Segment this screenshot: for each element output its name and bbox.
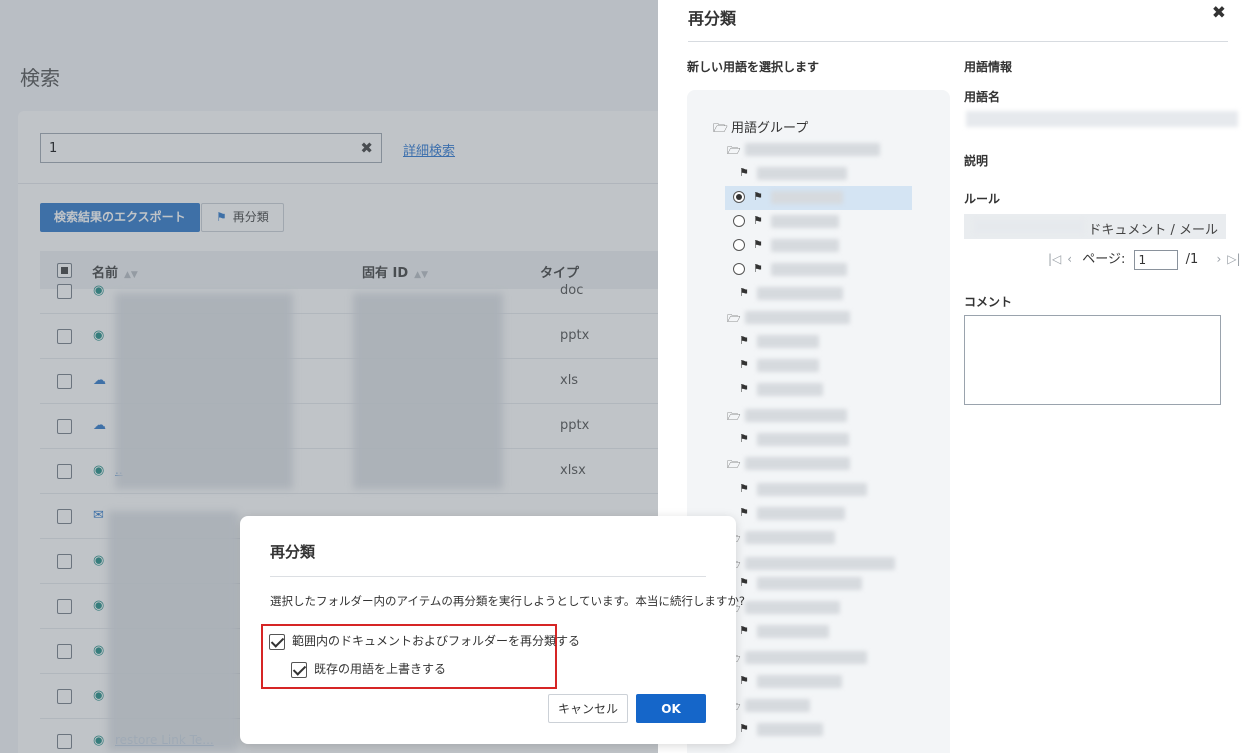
select-term-label: 新しい用語を選択します [687,60,820,74]
overwrite-terms-checkbox[interactable] [291,661,307,678]
term-radio[interactable] [733,215,745,227]
term-item[interactable] [771,239,839,252]
next-page-icon[interactable]: › [1216,252,1221,266]
term-item[interactable] [757,625,829,638]
rule-row: ドキュメント / メール [964,214,1226,239]
rule-name-value [974,220,1084,233]
folder-open-icon: 🗁 [727,312,741,325]
term-item[interactable] [771,215,839,228]
term-group-item[interactable] [745,531,835,544]
tag-icon: ⚑ [753,214,763,227]
term-name-label: 用語名 [964,90,1001,104]
term-group-item[interactable] [745,409,847,422]
term-item[interactable] [771,191,843,204]
comment-textarea[interactable] [964,315,1221,405]
tag-icon: ⚑ [753,238,763,251]
dialog-title: 再分類 [270,543,316,561]
term-item[interactable] [757,335,819,348]
tag-icon: ⚑ [739,674,749,687]
tree-root[interactable]: 🗁 用語グループ [713,117,808,140]
term-name-value [966,111,1238,127]
tag-icon: ⚑ [739,482,749,495]
tag-icon: ⚑ [739,166,749,179]
prev-page-icon[interactable]: ‹ [1067,252,1072,266]
term-radio[interactable] [733,191,745,203]
term-item[interactable] [757,433,849,446]
divider [270,576,706,577]
page-input[interactable]: 1 [1133,249,1178,270]
term-item[interactable] [771,263,847,276]
term-item[interactable] [757,287,843,300]
ok-button[interactable]: OK [636,694,706,723]
tree-root-label: 用語グループ [731,121,809,136]
last-page-icon[interactable]: ▷| [1227,252,1240,266]
reclassify-scope-option[interactable]: 範囲内のドキュメントおよびフォルダーを再分類する [269,632,580,650]
comment-label: コメント [964,295,1013,309]
term-group-item[interactable] [745,651,867,664]
term-info-label: 用語情報 [964,60,1013,74]
folder-open-icon: 🗁 [727,144,741,157]
term-group-item[interactable] [745,311,850,324]
term-radio[interactable] [733,239,745,251]
term-group-item[interactable] [745,557,895,570]
folder-open-icon: 🗁 [713,121,728,135]
term-item[interactable] [757,577,862,590]
first-page-icon[interactable]: |◁ [1048,252,1061,266]
cancel-button[interactable]: キャンセル [548,694,628,723]
tag-icon: ⚑ [739,334,749,347]
term-group-item[interactable] [745,457,850,470]
tag-icon: ⚑ [739,722,749,735]
panel-title: 再分類 [688,9,737,28]
divider [688,41,1228,42]
option1-label: 範囲内のドキュメントおよびフォルダーを再分類する [292,634,581,648]
tag-icon: ⚑ [739,382,749,395]
page-total: /1 [1185,252,1199,267]
dialog-message: 選択したフォルダー内のアイテムの再分類を実行しようとしています。本当に続行します… [270,594,745,608]
page-label: ページ: [1082,252,1126,267]
term-item[interactable] [757,675,842,688]
term-item[interactable] [757,167,847,180]
tag-icon: ⚑ [739,576,749,589]
confirm-dialog: 再分類 選択したフォルダー内のアイテムの再分類を実行しようとしています。本当に続… [240,516,745,744]
tag-icon: ⚑ [739,624,749,637]
reclassify-scope-checkbox[interactable] [269,633,285,650]
term-radio[interactable] [733,263,745,275]
rule-label: ルール [964,192,1001,206]
pager: |◁ ‹ ページ: 1 /1 › ▷| [1048,248,1247,270]
term-item[interactable] [757,483,867,496]
term-group-item[interactable] [745,699,810,712]
close-icon[interactable]: ✖ [1212,3,1226,23]
term-group-item[interactable] [745,143,880,156]
term-item[interactable] [757,359,819,372]
term-item[interactable] [757,383,823,396]
tag-icon: ⚑ [753,190,763,203]
term-item[interactable] [757,507,845,520]
tag-icon: ⚑ [739,286,749,299]
tag-icon: ⚑ [739,358,749,371]
overwrite-terms-option[interactable]: 既存の用語を上書きする [291,660,446,678]
tag-icon: ⚑ [753,262,763,275]
rule-scope: ドキュメント / メール [1088,223,1218,238]
option2-label: 既存の用語を上書きする [314,662,447,676]
description-label: 説明 [964,154,989,168]
tag-icon: ⚑ [739,506,749,519]
term-item[interactable] [757,723,823,736]
tag-icon: ⚑ [739,432,749,445]
term-group-item[interactable] [745,601,840,614]
reclassify-panel: 再分類 ✖ 新しい用語を選択します 用語情報 用語名 説明 ルール ドキュメント… [658,0,1255,753]
folder-open-icon: 🗁 [727,458,741,471]
folder-open-icon: 🗁 [727,410,741,423]
